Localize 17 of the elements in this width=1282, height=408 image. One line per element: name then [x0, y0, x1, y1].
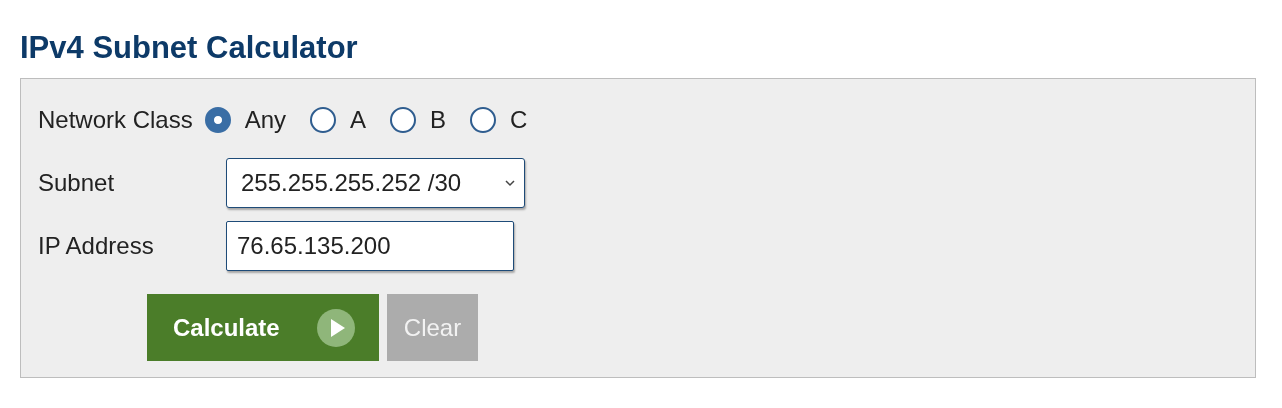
- field-label: Subnet: [38, 169, 116, 197]
- radio-label[interactable]: A: [350, 106, 367, 134]
- chevron-down-icon: [504, 179, 516, 187]
- radio-label[interactable]: Any: [244, 106, 287, 134]
- radio-button[interactable]: [470, 107, 497, 133]
- subnet-dropdown[interactable]: 255.255.255.252 /30: [226, 158, 525, 208]
- field-label: IP Address: [38, 232, 155, 260]
- ip-address-field[interactable]: 76.65.135.200: [226, 221, 514, 271]
- radio-button[interactable]: [390, 107, 417, 133]
- page-title: IPv4 Subnet Calculator: [20, 29, 358, 67]
- calculate-button[interactable]: Calculate: [147, 294, 379, 361]
- field-label: Network Class: [38, 106, 193, 134]
- play-icon: [317, 308, 355, 347]
- radio-label[interactable]: B: [430, 106, 447, 134]
- radio-button[interactable]: [204, 107, 231, 133]
- radio-button[interactable]: [310, 107, 337, 133]
- radio-label[interactable]: C: [510, 106, 528, 134]
